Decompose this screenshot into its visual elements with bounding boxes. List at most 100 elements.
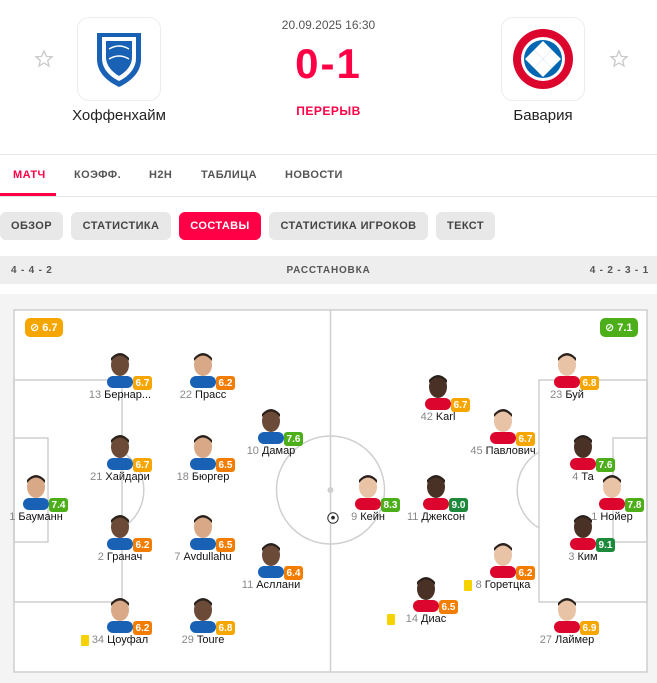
home-player[interactable]: 6.2 22 Прасс (148, 348, 258, 408)
player-photo (554, 353, 580, 388)
player-number: 11 (241, 579, 254, 591)
home-player[interactable]: 6.4 11 Асллани (216, 538, 326, 598)
match-page: Хоффенхайм 20.09.2025 16:30 0-1 ПЕРЕРЫВ … (0, 0, 657, 683)
away-formation: 4 - 2 - 3 - 1 (589, 265, 649, 276)
player-number: 13 (88, 389, 102, 401)
player-label: 27 Лаймер (512, 634, 622, 646)
tab-odds[interactable]: КОЭФФ. (74, 169, 121, 181)
yellow-card-icon (387, 614, 395, 625)
player-label: 29 Toure (148, 634, 258, 646)
player-number: 9 (351, 511, 358, 523)
player-rating: 6.8 (580, 376, 599, 390)
player-name: Диас (421, 613, 447, 625)
home-team-rating: ⊘ 6.7 (25, 318, 63, 337)
player-rating: 6.4 (284, 566, 303, 580)
away-player[interactable]: 6.8 23 Буй (512, 348, 622, 408)
player-photo (23, 475, 49, 510)
player-rating: 6.8 (216, 621, 235, 635)
player-rating: 7.6 (284, 432, 303, 446)
player-number: 2 (97, 551, 104, 563)
away-team-name[interactable]: Бавария (463, 107, 623, 124)
yellow-card-icon (81, 635, 89, 646)
player-number: 34 (91, 634, 105, 646)
player-number: 42 (420, 411, 433, 423)
player-name: Цоуфал (107, 634, 149, 646)
player-name: Гранач (106, 551, 143, 563)
away-player[interactable]: 6.5 14 Диас (371, 572, 481, 632)
player-photo (599, 475, 625, 510)
player-photo (107, 353, 133, 388)
rating-slash-icon: ⊘ (30, 322, 40, 334)
player-number: 11 (406, 511, 419, 523)
player-name: Бернар... (104, 389, 152, 401)
player-label: 11 Джексон (381, 511, 491, 523)
player-photo (490, 409, 516, 444)
player-number: 45 (470, 445, 483, 457)
player-photo (570, 515, 596, 550)
player-photo (355, 475, 381, 510)
subtab-player-stats[interactable]: СТАТИСТИКА ИГРОКОВ (269, 212, 428, 240)
goal-ball-icon (327, 512, 339, 524)
player-photo (107, 598, 133, 633)
tab-match[interactable]: МАТЧ (13, 169, 46, 181)
subtab-statistics[interactable]: СТАТИСТИКА (71, 212, 171, 240)
subtab-summary[interactable]: ОБЗОР (0, 212, 63, 240)
player-number: 7 (174, 551, 181, 563)
player-number: 14 (405, 613, 419, 625)
player-photo (490, 543, 516, 578)
player-number: 3 (568, 551, 575, 563)
away-team-logo[interactable] (501, 17, 585, 101)
player-photo (413, 577, 439, 612)
formation-title: РАССТАНОВКА (286, 265, 371, 276)
bayern-crest-icon (513, 29, 573, 89)
player-photo (190, 598, 216, 633)
player-photo (107, 435, 133, 470)
player-photo (107, 515, 133, 550)
player-name: Горетцка (484, 579, 531, 591)
player-photo (190, 515, 216, 550)
subtab-lineups[interactable]: СОСТАВЫ (179, 212, 261, 240)
tab-news[interactable]: НОВОСТИ (285, 169, 343, 181)
player-photo (554, 598, 580, 633)
player-photo (258, 543, 284, 578)
player-name: Ким (577, 551, 598, 563)
player-name: Асллани (256, 579, 301, 591)
player-photo (190, 353, 216, 388)
player-photo (190, 435, 216, 470)
player-number: 1 (9, 511, 16, 523)
player-rating: 6.2 (516, 566, 535, 580)
player-photo (258, 409, 284, 444)
player-label: 10 Дамар (216, 445, 326, 457)
player-name: Toure (196, 634, 225, 646)
away-player[interactable]: 9.0 11 Джексон (381, 470, 491, 530)
player-name: Бауманн (18, 511, 63, 523)
subtab-commentary[interactable]: ТЕКСТ (436, 212, 495, 240)
player-label: 22 Прасс (148, 389, 258, 401)
home-player[interactable]: 6.8 29 Toure (148, 593, 258, 653)
player-rating: 6.5 (439, 600, 458, 614)
player-number: 21 (90, 471, 103, 483)
player-rating: 6.9 (580, 621, 599, 635)
player-number: 29 (181, 634, 194, 646)
away-team-rating: ⊘ 7.1 (600, 318, 638, 337)
player-name: Джексон (421, 511, 466, 523)
away-player[interactable]: 6.9 27 Лаймер (512, 593, 622, 653)
away-favorite-star-icon[interactable] (609, 49, 629, 69)
player-rating: 9.1 (596, 538, 615, 552)
player-label: 23 Буй (512, 389, 622, 401)
player-photo (423, 475, 449, 510)
player-name: Бюргер (191, 471, 230, 483)
tab-table[interactable]: ТАБЛИЦА (201, 169, 257, 181)
player-name: Лаймер (554, 634, 595, 646)
player-number: 22 (179, 389, 193, 401)
player-label: 11 Асллани (216, 579, 326, 591)
formation-bar: 4 - 4 - 2 РАССТАНОВКА 4 - 2 - 3 - 1 (0, 256, 657, 284)
player-label: 18 Бюргер (148, 471, 258, 483)
home-player[interactable]: 7.6 10 Дамар (216, 404, 326, 464)
player-number: 10 (246, 445, 259, 457)
player-number: 18 (176, 471, 189, 483)
player-photo (570, 435, 596, 470)
player-number: 27 (539, 634, 552, 646)
main-tabs: МАТЧ КОЭФФ. H2H ТАБЛИЦА НОВОСТИ (0, 155, 657, 196)
tab-h2h[interactable]: H2H (149, 169, 172, 181)
